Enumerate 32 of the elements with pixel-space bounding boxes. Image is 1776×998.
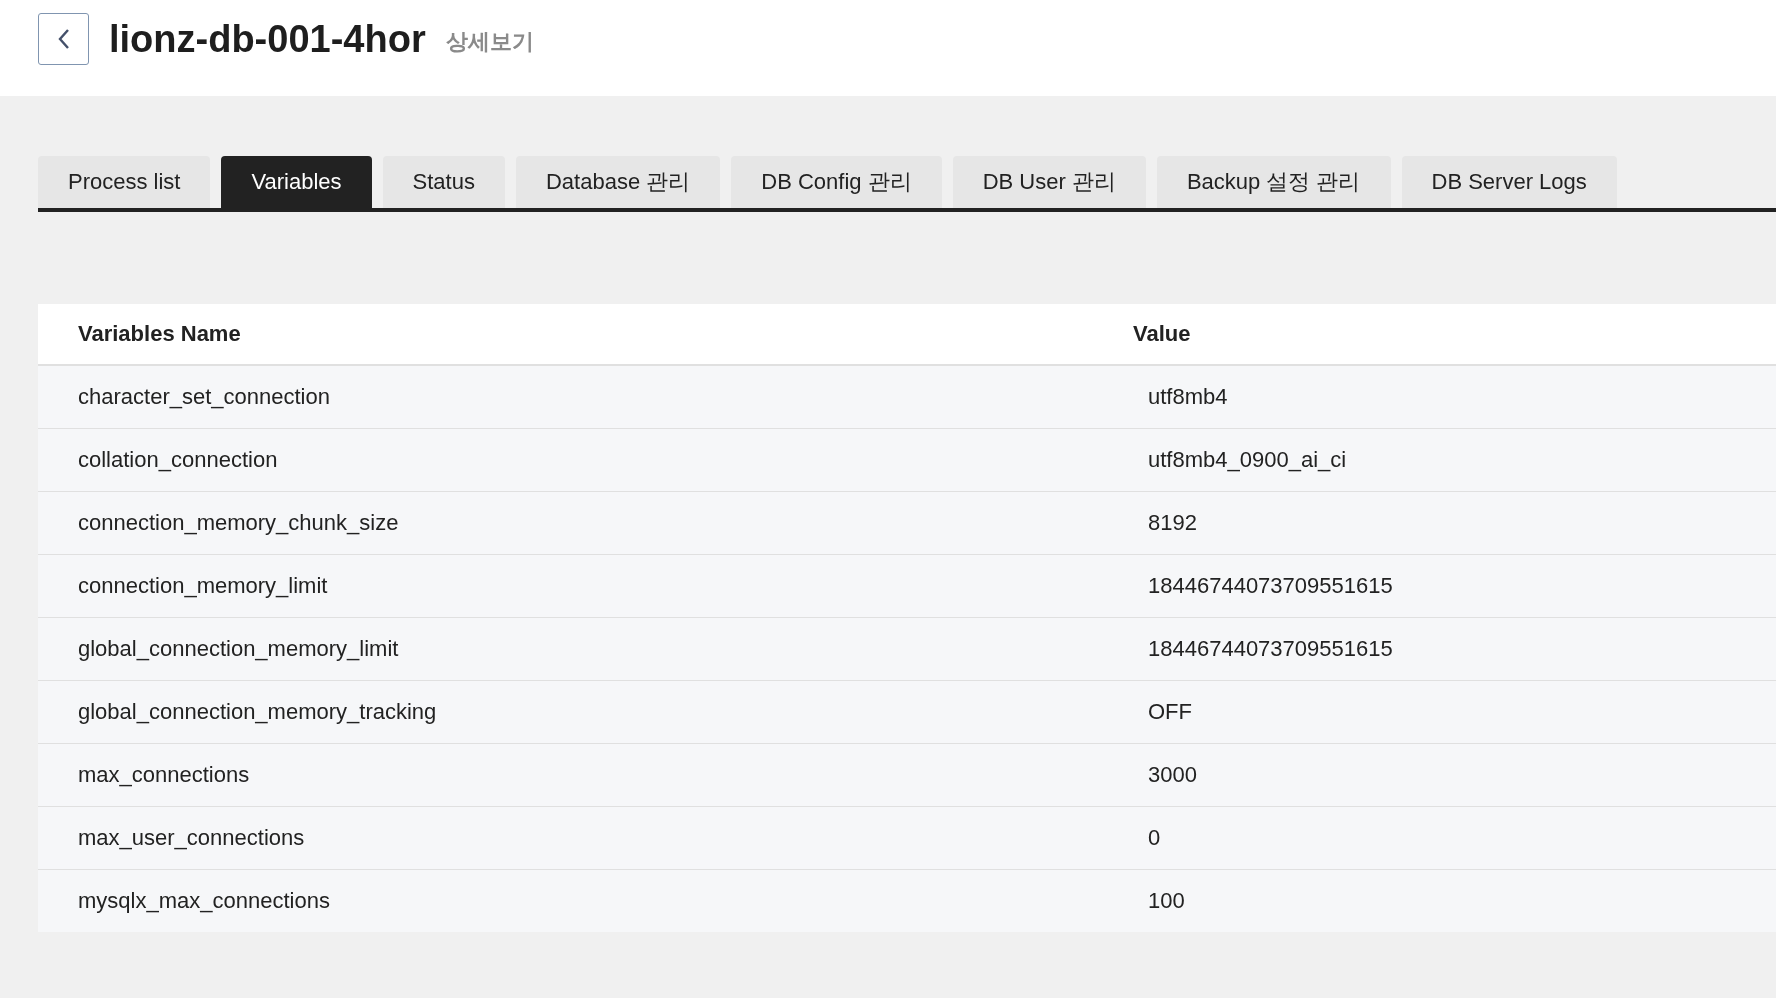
table-cell-text: 8192	[1147, 510, 1197, 536]
table-cell-text: 0	[1147, 825, 1161, 851]
column-header: Variables Name	[77, 321, 242, 347]
tab[interactable]: Database 관리	[515, 156, 721, 208]
tab[interactable]: Process list	[38, 156, 211, 208]
tab[interactable]: DB Server Logs	[1401, 156, 1617, 208]
table-cell-text: max_user_connections	[77, 825, 306, 851]
table-cell-text: 18446744073709551615	[1147, 573, 1393, 599]
column-header: Value	[1133, 321, 1191, 347]
tab[interactable]: Variables	[221, 156, 372, 208]
table-cell-text: character_set_connection	[77, 384, 331, 410]
table-cell-text: utf8mb4	[1147, 384, 1228, 410]
back-button[interactable]	[38, 13, 89, 65]
page-subtitle: 상세보기	[445, 28, 534, 56]
chevron-left-icon	[56, 28, 71, 50]
page-title: lionz-db-001-4hor	[109, 17, 426, 61]
table-cell-text: collation_connection	[77, 447, 279, 473]
tab[interactable]: DB User 관리	[952, 156, 1146, 208]
tab[interactable]: Backup 설정 관리	[1156, 156, 1391, 208]
table-cell-text: OFF	[1147, 699, 1192, 725]
table-cell-text: mysqlx_max_connections	[77, 888, 331, 914]
table-cell-text: 18446744073709551615	[1147, 636, 1393, 662]
table-cell-text: connection_memory_chunk_size	[77, 510, 400, 536]
table-cell-text: utf8mb4_0900_ai_ci	[1147, 447, 1347, 473]
tab[interactable]: Status	[382, 156, 505, 208]
table-cell-text: max_connections	[77, 762, 251, 788]
table-cell-text: connection_memory_limit	[77, 573, 329, 599]
table-cell-text: 100	[1147, 888, 1185, 914]
table-cell-text: 3000	[1147, 762, 1197, 788]
table-cell-text: global_connection_memory_tracking	[77, 699, 438, 725]
tab[interactable]: DB Config 관리	[731, 156, 942, 208]
table-cell-text: global_connection_memory_limit	[77, 636, 400, 662]
